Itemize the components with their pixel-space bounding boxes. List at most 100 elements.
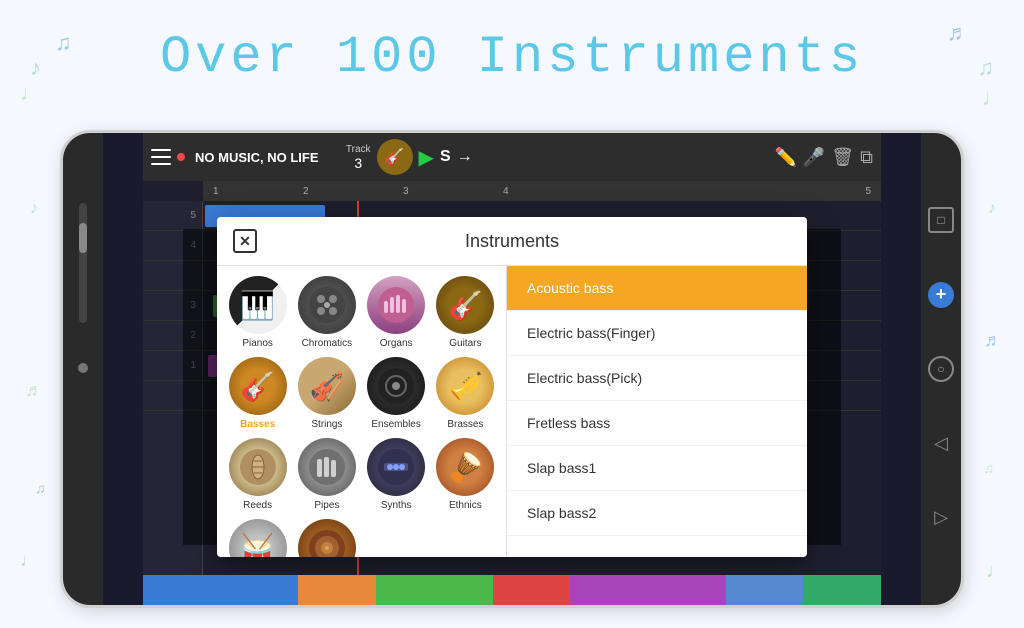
synths-icon xyxy=(367,438,425,496)
brasses-icon: 🎺 xyxy=(436,357,494,415)
square-btn[interactable]: □ xyxy=(928,207,954,233)
bar-1 xyxy=(143,575,298,605)
bar-7 xyxy=(803,575,881,605)
instrument-list: Acoustic bass Electric bass(Finger) Elec… xyxy=(507,266,807,557)
copy-icon[interactable]: ⧉ xyxy=(860,147,873,168)
arrow-button[interactable]: → xyxy=(457,148,473,166)
scrollbar-thumb xyxy=(79,223,87,253)
deco-note-10: ♩ xyxy=(20,550,38,571)
plus-btn[interactable]: + xyxy=(928,282,954,308)
mic-icon[interactable]: 🎤 xyxy=(803,147,825,168)
instrument-grid: 🎹 Pianos xyxy=(217,266,507,557)
bottom-bar xyxy=(143,575,881,605)
phone-frame: □ + ○ ◁ ▷ NO MUSIC, NO LIFE Track 3 🎸 ▶ … xyxy=(60,130,964,608)
dialog-header: ✕ Instruments xyxy=(217,217,807,266)
category-percussives[interactable]: 🥁 Percussives xyxy=(227,519,288,557)
app-name: NO MUSIC, NO LIFE xyxy=(195,150,340,165)
bar-3 xyxy=(376,575,493,605)
bar-6 xyxy=(726,575,804,605)
edit-icon[interactable]: ✏️ xyxy=(774,147,796,168)
bar-4 xyxy=(493,575,571,605)
instrument-acoustic-bass[interactable]: Acoustic bass xyxy=(507,266,807,311)
category-strings[interactable]: 🎻 Strings xyxy=(296,357,357,430)
guitars-icon: 🎸 xyxy=(436,276,494,334)
deco-note-14: ♩ xyxy=(986,560,1006,583)
category-ensembles[interactable]: Ensembles xyxy=(366,357,427,430)
track-ruler: 1 2 3 4 5 xyxy=(203,181,881,201)
reeds-label: Reeds xyxy=(243,500,272,511)
track-info: Track 3 xyxy=(346,144,371,171)
category-brasses[interactable]: 🎺 Brasses xyxy=(435,357,496,430)
bar-2 xyxy=(298,575,376,605)
guitars-label: Guitars xyxy=(449,338,481,349)
basses-icon: 🎸 xyxy=(229,357,287,415)
deco-note-12: ♬ xyxy=(984,330,1002,351)
daw-area: 1 2 3 4 5 5 4 3 2 1 xyxy=(143,181,881,575)
category-basses[interactable]: 🎸 Basses xyxy=(227,357,288,430)
pianos-icon: 🎹 xyxy=(229,276,287,334)
organs-icon xyxy=(367,276,425,334)
record-indicator xyxy=(177,153,185,161)
deco-note-7: ♪ xyxy=(30,200,38,218)
ethnics-label: Ethnics xyxy=(449,500,482,511)
ruler-3: 3 xyxy=(403,186,409,197)
deco-note-13: ♫ xyxy=(984,460,995,476)
toolbar: NO MUSIC, NO LIFE Track 3 🎸 ▶ S → ✏️ 🎤 🗑… xyxy=(143,133,881,181)
category-chromatics[interactable]: Chromatics xyxy=(296,276,357,349)
ensembles-label: Ensembles xyxy=(371,419,420,430)
scrollbar-track[interactable] xyxy=(79,203,87,323)
strings-label: Strings xyxy=(311,419,342,430)
soundeffects-icon xyxy=(298,519,356,557)
reeds-icon xyxy=(229,438,287,496)
strings-icon: 🎻 xyxy=(298,357,356,415)
ruler-2: 2 xyxy=(303,186,309,197)
deco-note-9: ♫ xyxy=(35,480,46,496)
category-pianos[interactable]: 🎹 Pianos xyxy=(227,276,288,349)
deco-note-6: ♩ xyxy=(982,85,1004,111)
instrument-slap-bass1[interactable]: Slap bass1 xyxy=(507,446,807,491)
eraser-icon[interactable]: 🗑 xyxy=(831,147,854,168)
dialog-title: Instruments xyxy=(257,231,767,252)
category-synths[interactable]: Synths xyxy=(366,438,427,511)
instrument-electric-bass-finger[interactable]: Electric bass(Finger) xyxy=(507,311,807,356)
ruler-5: 5 xyxy=(865,186,871,197)
ruler-1: 1 xyxy=(213,186,219,197)
ruler-4: 4 xyxy=(503,186,509,197)
circle-btn[interactable]: ○ xyxy=(928,356,954,382)
back-btn[interactable]: ◁ xyxy=(928,430,954,456)
instrument-fretless-bass[interactable]: Fretless bass xyxy=(507,401,807,446)
brasses-label: Brasses xyxy=(447,419,483,430)
category-soundeffects[interactable]: Sound Effects xyxy=(296,519,357,557)
instrument-electric-bass-pick[interactable]: Electric bass(Pick) xyxy=(507,356,807,401)
pianos-label: Pianos xyxy=(242,338,273,349)
dialog-close-button[interactable]: ✕ xyxy=(233,229,257,253)
category-guitars[interactable]: 🎸 Guitars xyxy=(435,276,496,349)
s-button[interactable]: S xyxy=(440,148,451,166)
dialog-body: 🎹 Pianos xyxy=(217,266,807,557)
right-panel: □ + ○ ◁ ▷ xyxy=(921,133,961,605)
chromatics-icon xyxy=(298,276,356,334)
category-organs[interactable]: Organs xyxy=(366,276,427,349)
ethnics-icon: 🪘 xyxy=(436,438,494,496)
pipes-label: Pipes xyxy=(314,500,339,511)
chromatics-label: Chromatics xyxy=(302,338,353,349)
organs-label: Organs xyxy=(380,338,413,349)
category-pipes[interactable]: Pipes xyxy=(296,438,357,511)
instrument-slap-bass2[interactable]: Slap bass2 xyxy=(507,491,807,536)
forward-btn[interactable]: ▷ xyxy=(928,505,954,531)
deco-note-11: ♪ xyxy=(988,200,996,218)
ensembles-icon xyxy=(367,357,425,415)
bar-5 xyxy=(570,575,725,605)
synths-label: Synths xyxy=(381,500,412,511)
play-button[interactable]: ▶ xyxy=(419,145,434,170)
page-title: Over 100 Instruments xyxy=(0,28,1024,87)
basses-label: Basses xyxy=(240,419,275,430)
category-ethnics[interactable]: 🪘 Ethnics xyxy=(435,438,496,511)
deco-note-8: ♬ xyxy=(25,380,43,401)
left-dot xyxy=(78,363,88,373)
category-reeds[interactable]: Reeds xyxy=(227,438,288,511)
track-thumbnail[interactable]: 🎸 xyxy=(377,139,413,175)
instruments-dialog: ✕ Instruments 🎹 Pianos xyxy=(217,217,807,557)
left-panel xyxy=(63,133,103,605)
menu-button[interactable] xyxy=(151,149,171,165)
